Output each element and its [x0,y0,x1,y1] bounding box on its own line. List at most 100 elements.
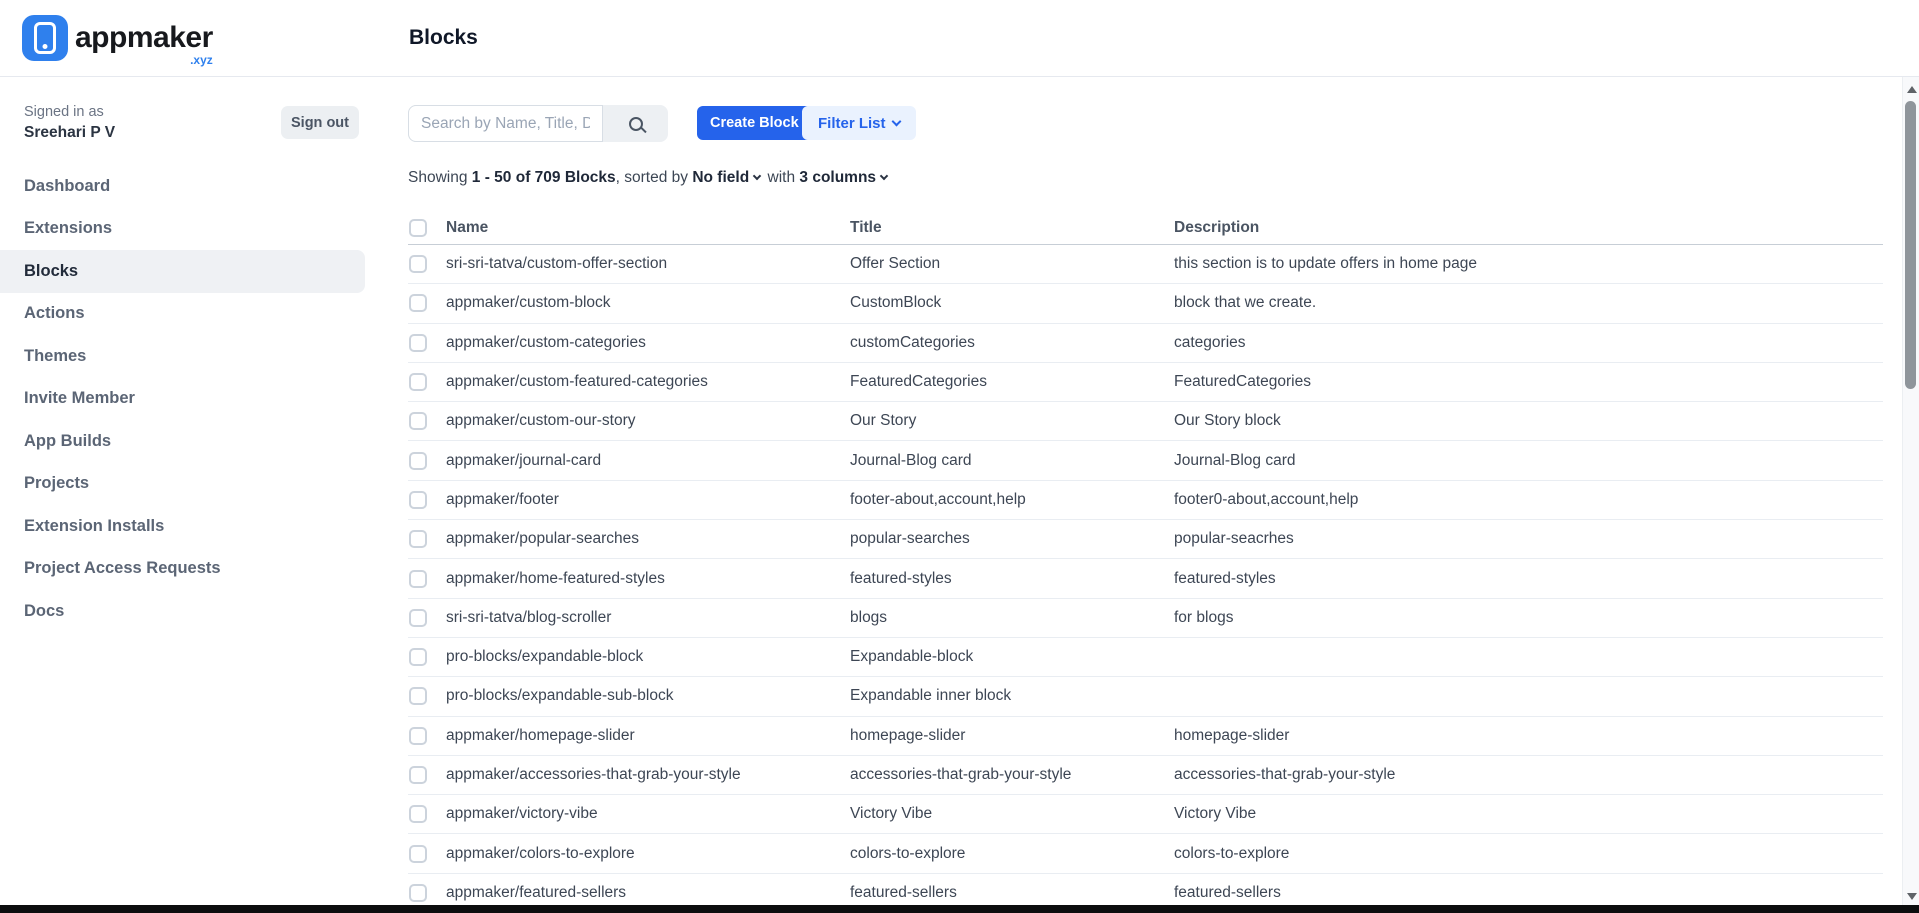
table-row[interactable]: appmaker/custom-our-story Our Story Our … [408,402,1883,441]
magnifier-icon [629,117,643,131]
sidebar-item-invite-member[interactable]: Invite Member [0,378,365,421]
cell-title: Expandable-block [850,648,1174,666]
cell-title: FeaturedCategories [850,373,1174,391]
cell-title: footer-about,account,help [850,491,1174,509]
table-row[interactable]: appmaker/accessories-that-grab-your-styl… [408,756,1883,795]
row-checkbox[interactable] [409,687,427,705]
sidebar-item-projects[interactable]: Projects [0,463,365,506]
cell-description: for blogs [1174,609,1883,627]
sidebar-item-themes[interactable]: Themes [0,335,365,378]
select-all-checkbox[interactable] [409,219,427,237]
table-row[interactable]: appmaker/custom-block CustomBlock block … [408,284,1883,323]
sidebar-item-dashboard[interactable]: Dashboard [0,165,365,208]
filter-list-button[interactable]: Filter List [802,106,916,140]
cell-name: appmaker/custom-block [446,294,850,312]
table-row[interactable]: pro-blocks/expandable-block Expandable-b… [408,638,1883,677]
app-root: appmaker .xyz Blocks Signed in as Sreeha… [0,0,1919,913]
row-checkbox[interactable] [409,530,427,548]
cell-description: popular-seacrhes [1174,530,1883,548]
scrollbar-thumb[interactable] [1905,101,1916,389]
sidebar-item-app-builds[interactable]: App Builds [0,420,365,463]
row-checkbox[interactable] [409,766,427,784]
results-summary: Showing 1 - 50 of 709 Blocks, sorted by … [408,169,890,187]
columns-dropdown[interactable]: 3 columns [799,169,890,186]
row-checkbox[interactable] [409,609,427,627]
table-row[interactable]: appmaker/popular-searches popular-search… [408,520,1883,559]
cell-title: Our Story [850,412,1174,430]
sidebar-item-extensions[interactable]: Extensions [0,208,365,251]
cell-description: Journal-Blog card [1174,452,1883,470]
table-row[interactable]: pro-blocks/expandable-sub-block Expandab… [408,677,1883,716]
table-body: sri-sri-tatva/custom-offer-section Offer… [408,245,1883,913]
cell-title: accessories-that-grab-your-style [850,766,1174,784]
scroll-up-arrow-icon[interactable] [1907,86,1917,93]
cell-name: appmaker/featured-sellers [446,884,850,902]
row-checkbox[interactable] [409,452,427,470]
row-checkbox[interactable] [409,334,427,352]
sidebar-item-project-access-requests[interactable]: Project Access Requests [0,548,365,591]
sidebar-item-actions[interactable]: Actions [0,293,365,336]
cell-title: Victory Vibe [850,805,1174,823]
cell-name: sri-sri-tatva/custom-offer-section [446,255,850,273]
row-checkbox[interactable] [409,294,427,312]
sidebar-item-docs[interactable]: Docs [0,590,365,633]
table-row[interactable]: appmaker/home-featured-styles featured-s… [408,559,1883,598]
search-button[interactable] [603,105,668,142]
scroll-down-arrow-icon[interactable] [1907,893,1917,900]
create-block-button[interactable]: Create Block [697,106,812,140]
sidebar-item-extension-installs[interactable]: Extension Installs [0,505,365,548]
sidebar-item-blocks[interactable]: Blocks [0,250,365,293]
table-header-row: Name Title Description [408,211,1883,245]
row-checkbox[interactable] [409,727,427,745]
sorted-by-label: , sorted by [616,169,688,186]
cell-description: block that we create. [1174,294,1883,312]
cell-description: featured-sellers [1174,884,1883,902]
row-checkbox[interactable] [409,884,427,902]
table-row[interactable]: sri-sri-tatva/custom-offer-section Offer… [408,245,1883,284]
cell-title: popular-searches [850,530,1174,548]
cell-title: CustomBlock [850,294,1174,312]
row-checkbox[interactable] [409,491,427,509]
sort-field-dropdown[interactable]: No field [692,169,763,186]
cell-name: pro-blocks/expandable-sub-block [446,687,850,705]
column-header-name: Name [446,219,850,237]
cell-name: pro-blocks/expandable-block [446,648,850,666]
cell-title: blogs [850,609,1174,627]
cell-title: colors-to-explore [850,845,1174,863]
table-row[interactable]: appmaker/journal-card Journal-Blog card … [408,441,1883,480]
sign-out-button[interactable]: Sign out [281,106,359,139]
search-input[interactable] [408,105,603,142]
table-row[interactable]: sri-sri-tatva/blog-scroller blogs for bl… [408,599,1883,638]
bottom-edge-bar [0,905,1919,913]
table-row[interactable]: appmaker/homepage-slider homepage-slider… [408,717,1883,756]
row-checkbox[interactable] [409,255,427,273]
cell-name: appmaker/accessories-that-grab-your-styl… [446,766,850,784]
row-checkbox[interactable] [409,570,427,588]
chevron-down-icon [880,172,888,180]
table-row[interactable]: appmaker/footer footer-about,account,hel… [408,481,1883,520]
table-row[interactable]: appmaker/custom-featured-categories Feat… [408,363,1883,402]
header-divider [0,76,1919,77]
cell-name: appmaker/custom-categories [446,334,850,352]
cell-title: homepage-slider [850,727,1174,745]
table-row[interactable]: appmaker/colors-to-explore colors-to-exp… [408,834,1883,873]
cell-name: appmaker/home-featured-styles [446,570,850,588]
cell-name: sri-sri-tatva/blog-scroller [446,609,850,627]
cell-description: Our Story block [1174,412,1883,430]
row-checkbox[interactable] [409,648,427,666]
row-checkbox[interactable] [409,845,427,863]
table-row[interactable]: appmaker/custom-categories customCategor… [408,324,1883,363]
cell-title: featured-styles [850,570,1174,588]
cell-name: appmaker/popular-searches [446,530,850,548]
column-header-description: Description [1174,219,1883,237]
table-row[interactable]: appmaker/victory-vibe Victory Vibe Victo… [408,795,1883,834]
vertical-scrollbar[interactable] [1902,77,1919,913]
row-checkbox[interactable] [409,412,427,430]
brand-logo[interactable]: appmaker .xyz [22,15,213,61]
page-title: Blocks [409,26,478,50]
cell-name: appmaker/journal-card [446,452,850,470]
cell-description: colors-to-explore [1174,845,1883,863]
showing-label: Showing [408,169,467,186]
row-checkbox[interactable] [409,805,427,823]
row-checkbox[interactable] [409,373,427,391]
